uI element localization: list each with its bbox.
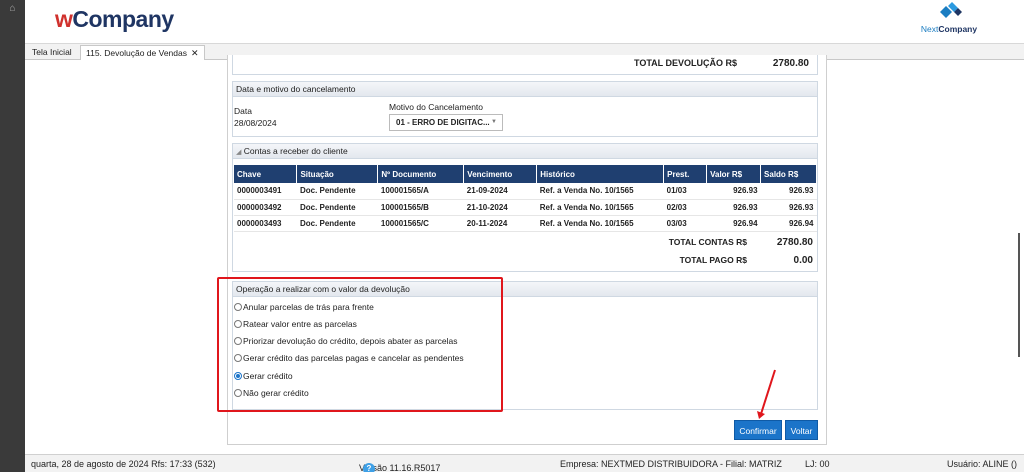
motivo-label: Motivo do Cancelamento xyxy=(389,102,484,112)
highlight-box xyxy=(217,277,503,412)
tab-devolucao-vendas[interactable]: 115. Devolução de Vendas ✕ xyxy=(80,45,205,60)
col-historico[interactable]: Histórico xyxy=(536,165,665,183)
nextcompany-logo-icon xyxy=(940,2,962,18)
total-pago-value: 0.00 xyxy=(793,255,813,266)
total-devolucao-label: TOTAL DEVOLUÇÃO R$ xyxy=(633,58,737,68)
total-pago-label: TOTAL PAGO R$ xyxy=(679,255,747,265)
motivo-select[interactable]: 01 - ERRO DE DIGITAC... ▼ xyxy=(389,114,503,131)
status-usuario: Usuário: ALINE () xyxy=(947,459,1018,469)
collapse-icon[interactable]: ◢ xyxy=(236,149,241,156)
total-contas-value: 2780.80 xyxy=(776,237,813,248)
total-contas-label: TOTAL CONTAS R$ xyxy=(668,237,747,247)
data-value: 28/08/2024 xyxy=(234,118,277,128)
left-sidebar: ⌂ xyxy=(0,0,25,472)
cancelamento-title: Data e motivo do cancelamento xyxy=(233,82,817,97)
table-header-row: Chave Situação Nº Documento Vencimento H… xyxy=(234,165,817,183)
voltar-button[interactable]: Voltar xyxy=(785,420,818,440)
col-documento[interactable]: Nº Documento xyxy=(377,165,465,183)
tab-tela-inicial[interactable]: Tela Inicial xyxy=(27,45,77,60)
close-tab-icon[interactable]: ✕ xyxy=(191,48,199,58)
annotation-arrow-icon xyxy=(757,369,776,419)
total-devolucao-box: TOTAL DEVOLUÇÃO R$ 2780.80 xyxy=(232,55,818,75)
status-empresa: Empresa: NEXTMED DISTRIBUIDORA - Filial:… xyxy=(560,459,782,469)
col-prest[interactable]: Prest. xyxy=(663,165,708,183)
status-datetime: quarta, 28 de agosto de 2024 Rfs: 17:33 … xyxy=(31,459,216,469)
total-devolucao-value: 2780.80 xyxy=(772,58,809,69)
dropdown-caret-icon: ▼ xyxy=(491,119,497,125)
home-icon[interactable]: ⌂ xyxy=(7,3,18,14)
scrollbar[interactable] xyxy=(1018,233,1020,357)
data-label: Data xyxy=(234,106,252,116)
status-bar: quarta, 28 de agosto de 2024 Rfs: 17:33 … xyxy=(25,454,1024,472)
contas-table: Chave Situação Nº Documento Vencimento H… xyxy=(234,165,817,232)
confirmar-button[interactable]: Confirmar xyxy=(734,420,782,440)
table-row[interactable]: 0000003493 Doc. Pendente 100001565/C 20-11-… xyxy=(234,215,817,232)
contas-receber-box: ◢ Contas a receber do cliente Chave Situ… xyxy=(232,143,818,272)
status-lj: LJ: 00 xyxy=(805,459,830,469)
col-chave[interactable]: Chave xyxy=(234,165,298,183)
company-logo: wCompany xyxy=(55,6,174,32)
contas-title[interactable]: ◢ Contas a receber do cliente xyxy=(233,144,817,159)
table-row[interactable]: 0000003492 Doc. Pendente 100001565/B 21-10-… xyxy=(234,199,817,216)
app-header: wCompany NextCompany xyxy=(25,0,1024,44)
col-saldo[interactable]: Saldo R$ xyxy=(760,165,817,183)
col-situacao[interactable]: Situação xyxy=(296,165,379,183)
help-icon[interactable]: ? xyxy=(363,463,375,472)
table-row[interactable]: 0000003491 Doc. Pendente 100001565/A 21-09-… xyxy=(234,183,817,200)
col-valor[interactable]: Valor R$ xyxy=(706,165,762,183)
cancelamento-box: Data e motivo do cancelamento Data 28/08… xyxy=(232,81,818,137)
nextcompany-logo: NextCompany xyxy=(914,2,984,38)
col-vencimento[interactable]: Vencimento xyxy=(463,165,538,183)
